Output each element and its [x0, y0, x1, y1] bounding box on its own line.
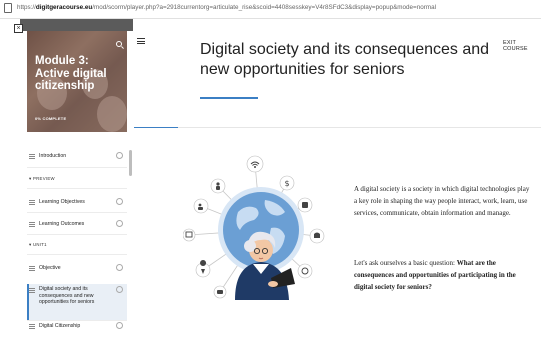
lesson-icon — [29, 324, 35, 329]
page-title: Digital society and its consequences and… — [200, 41, 490, 78]
sidebar-item-label: Learning Objectives — [39, 199, 85, 205]
address-bar[interactable]: https://digitgeracourse.eu/mod/scorm/pla… — [0, 0, 541, 19]
status-circle-icon — [116, 322, 123, 329]
lesson-icon — [29, 200, 35, 205]
sidebar-item-label: Objective — [39, 265, 61, 271]
status-circle-icon — [116, 286, 123, 293]
header-divider — [134, 127, 541, 128]
svg-text:$: $ — [284, 179, 289, 188]
progress-text: 0% COMPLETE — [35, 116, 67, 121]
exit-course-button[interactable]: EXIT COURSE — [503, 40, 541, 52]
module-hero: Module 3: Active digital citizenship 0% … — [27, 31, 127, 132]
title-underline — [200, 97, 258, 99]
status-circle-icon — [116, 264, 123, 271]
lesson-icon — [29, 154, 35, 159]
lesson-icon — [29, 288, 35, 293]
close-icon[interactable]: × — [14, 24, 23, 33]
status-circle-icon — [116, 220, 123, 227]
body-paragraph-2: Let's ask ourselves a basic question: Wh… — [354, 259, 516, 291]
url-text[interactable]: https://digitgeracourse.eu/mod/scorm/pla… — [17, 4, 436, 11]
lesson-icon — [29, 266, 35, 271]
sidebar-item-label: Digital society and its consequences and… — [39, 286, 95, 305]
body-paragraph-1: A digital society is a society in which … — [354, 185, 530, 217]
menu-icon[interactable] — [137, 38, 145, 44]
status-circle-icon — [116, 198, 123, 205]
header-progress-accent — [134, 127, 178, 128]
digital-society-illustration: $ — [183, 155, 325, 300]
page-icon — [4, 3, 12, 13]
search-icon[interactable] — [116, 41, 122, 47]
left-strip — [0, 19, 21, 338]
sidebar-item-label: Introduction — [39, 153, 67, 159]
lesson-icon — [29, 222, 35, 227]
status-circle-icon — [116, 152, 123, 159]
module-title: Module 3: Active digital citizenship — [35, 55, 107, 92]
sidebar-item-label: Digital Citizenship — [39, 323, 81, 329]
section-header-unit1[interactable]: ▾ UNIT1 — [29, 242, 47, 248]
sidebar-scrollbar[interactable] — [129, 150, 132, 176]
sidebar-item-label: Learning Outcomes — [39, 221, 85, 227]
sidebar-top-bar — [20, 19, 133, 31]
section-header-preview[interactable]: ▾ PREVIEW — [29, 176, 55, 182]
